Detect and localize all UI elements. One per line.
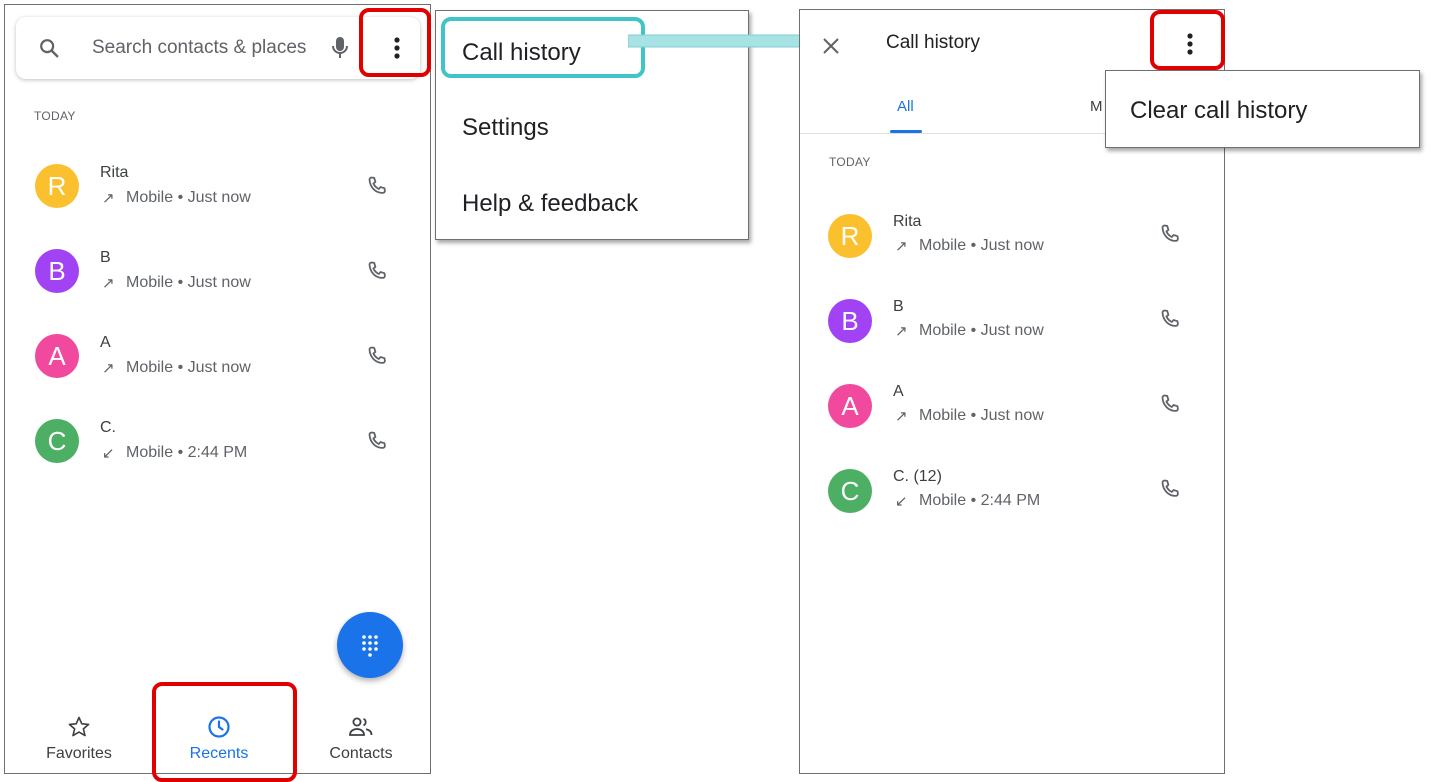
highlight-more-button xyxy=(359,8,431,77)
contact-name: A xyxy=(893,383,904,400)
people-icon xyxy=(349,717,373,736)
call-detail: Mobile • Just now xyxy=(919,237,1044,254)
avatar: R xyxy=(35,164,79,208)
call-row[interactable]: A A ↗ Mobile • Just now xyxy=(5,330,430,400)
highlight-recents-tab xyxy=(152,682,297,782)
highlight-call-history xyxy=(441,17,645,78)
menu-item-help-feedback[interactable]: Help & feedback xyxy=(462,190,638,218)
page-title: Call history xyxy=(886,32,980,53)
call-history-menu: Clear call history xyxy=(1105,70,1420,148)
call-row[interactable]: C C. (12) ↙ Mobile • 2:44 PM xyxy=(800,465,1224,535)
avatar: B xyxy=(35,249,79,293)
menu-item-settings[interactable]: Settings xyxy=(462,114,549,142)
avatar: R xyxy=(828,214,872,258)
tab-all[interactable]: All xyxy=(897,98,914,115)
tab-missed[interactable]: M xyxy=(1090,98,1103,115)
call-direction-icon: ↗ xyxy=(895,408,908,425)
contact-name: B xyxy=(100,249,111,266)
dialpad-icon xyxy=(362,635,378,657)
highlight-more-button-right xyxy=(1150,10,1225,70)
call-row[interactable]: B B ↗ Mobile • Just now xyxy=(5,245,430,315)
avatar: C xyxy=(828,469,872,513)
contact-name: B xyxy=(893,298,904,315)
nav-label-favorites: Favorites xyxy=(46,745,112,762)
recents-screen: Search contacts & places TODAY R Rita ↗ … xyxy=(4,4,431,774)
call-row[interactable]: C C. ↙ Mobile • 2:44 PM xyxy=(5,415,430,485)
call-row[interactable]: R Rita ↗ Mobile • Just now xyxy=(5,160,430,230)
call-detail: Mobile • Just now xyxy=(919,322,1044,339)
section-label-today: TODAY xyxy=(829,155,871,169)
call-row[interactable]: R Rita ↗ Mobile • Just now xyxy=(800,210,1224,280)
nav-contacts[interactable]: Contacts xyxy=(311,715,411,763)
call-row[interactable]: B B ↗ Mobile • Just now xyxy=(800,295,1224,365)
avatar: A xyxy=(35,334,79,378)
search-input[interactable]: Search contacts & places xyxy=(92,37,306,59)
call-row[interactable]: A A ↗ Mobile • Just now xyxy=(800,380,1224,450)
section-label-today: TODAY xyxy=(34,109,76,123)
search-icon xyxy=(40,39,59,58)
call-direction-icon: ↗ xyxy=(895,323,908,340)
phone-icon[interactable] xyxy=(1158,477,1182,501)
contact-name: C. (12) xyxy=(893,468,942,485)
contact-name: Rita xyxy=(893,213,922,230)
call-direction-icon: ↙ xyxy=(102,445,115,462)
nav-label-contacts: Contacts xyxy=(329,745,393,762)
call-detail: Mobile • Just now xyxy=(126,274,251,291)
phone-icon[interactable] xyxy=(1158,392,1182,416)
contact-name: Rita xyxy=(100,164,129,181)
phone-icon[interactable] xyxy=(365,344,389,368)
nav-favorites[interactable]: Favorites xyxy=(29,715,129,763)
call-direction-icon: ↗ xyxy=(102,190,115,207)
close-icon[interactable] xyxy=(822,37,840,55)
call-detail: Mobile • 2:44 PM xyxy=(126,444,248,461)
phone-icon[interactable] xyxy=(365,259,389,283)
call-detail: Mobile • Just now xyxy=(126,359,251,376)
avatar: C xyxy=(35,419,79,463)
dialpad-fab[interactable] xyxy=(337,612,403,678)
call-direction-icon: ↙ xyxy=(895,493,908,510)
phone-icon[interactable] xyxy=(1158,307,1182,331)
menu-item-clear-call-history[interactable]: Clear call history xyxy=(1130,97,1307,125)
avatar: B xyxy=(828,299,872,343)
contact-name: C. xyxy=(100,419,116,436)
call-direction-icon: ↗ xyxy=(102,275,115,292)
call-detail: Mobile • Just now xyxy=(919,407,1044,424)
call-direction-icon: ↗ xyxy=(895,238,908,255)
avatar: A xyxy=(828,384,872,428)
call-detail: Mobile • 2:44 PM xyxy=(919,492,1041,509)
phone-icon[interactable] xyxy=(365,174,389,198)
call-detail: Mobile • Just now xyxy=(126,189,251,206)
call-direction-icon: ↗ xyxy=(102,360,115,377)
mic-icon[interactable] xyxy=(330,35,350,61)
star-icon xyxy=(68,716,90,737)
contact-name: A xyxy=(100,334,111,351)
phone-icon[interactable] xyxy=(365,429,389,453)
phone-icon[interactable] xyxy=(1158,222,1182,246)
